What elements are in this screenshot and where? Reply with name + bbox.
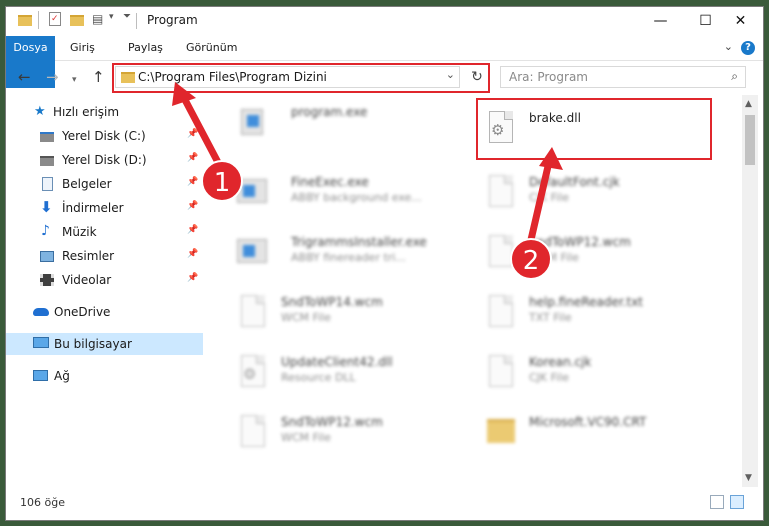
back-arrow-icon[interactable]: ← [18, 69, 31, 85]
tab-giris[interactable]: Giriş [66, 36, 99, 60]
scroll-down-icon[interactable]: ▼ [745, 473, 752, 483]
tab-paylas[interactable]: Paylaş [124, 36, 167, 60]
pin-icon[interactable]: 📌 [187, 153, 198, 163]
documents-icon [42, 177, 53, 191]
folder-icon [18, 15, 32, 26]
list-item[interactable]: SndToWP14.wcm WCM File [237, 291, 477, 343]
text-file-icon [485, 295, 515, 331]
file-highlight-box [476, 98, 712, 160]
list-item[interactable]: SndToWP12.wcm WCM File [237, 411, 477, 463]
sidebar-item-onedrive[interactable]: OneDrive [6, 301, 203, 323]
file-icon [485, 175, 515, 211]
search-input[interactable]: Ara: Program ⌕ [500, 66, 746, 88]
list-item[interactable]: program.exe [237, 101, 477, 153]
list-item[interactable]: ⚙ UpdateClient42.dll Resource DLL [237, 351, 477, 403]
view-options-icon[interactable]: ▤ [92, 12, 106, 26]
ribbon: Dosya Giriş Paylaş Görünüm ⌄ ? [6, 36, 763, 88]
search-placeholder: Ara: Program [509, 70, 588, 84]
music-icon: ♪ [41, 223, 50, 239]
computer-icon [33, 337, 49, 348]
explorer-window: ✓ ▤ ▾ ⏷ Program — ☐ ✕ Dosya Giriş Paylaş… [5, 6, 764, 521]
sidebar-item-quick-access[interactable]: ★ Hızlı erişim [6, 101, 203, 123]
callout-1: 1 [201, 160, 243, 202]
sidebar-item-documents[interactable]: Belgeler 📌 [6, 173, 203, 195]
recent-locations-icon[interactable]: ▾ [72, 72, 77, 88]
pin-icon[interactable]: 📌 [187, 201, 198, 211]
callout-2: 2 [510, 238, 552, 280]
details-view-icon[interactable] [710, 495, 724, 509]
download-icon: ⬇ [40, 198, 53, 216]
list-item[interactable]: TrigrammsInstaller.exe ABBY finereader t… [237, 231, 477, 283]
sidebar-item-pictures[interactable]: Resimler 📌 [6, 245, 203, 267]
navigation-pane: ★ Hızlı erişim Yerel Disk (C:) 📌 Yerel D… [6, 101, 203, 486]
list-item[interactable]: Korean.cjk CJK File [485, 351, 725, 403]
sidebar-item-local-disk-c[interactable]: Yerel Disk (C:) 📌 [6, 125, 203, 147]
cloud-icon [33, 308, 49, 316]
pictures-icon [40, 251, 54, 262]
toolbar-divider [38, 11, 39, 29]
pin-icon[interactable]: 📌 [187, 129, 198, 139]
dll-gear-icon: ⚙ [237, 355, 267, 391]
video-icon [40, 274, 54, 286]
sidebar-item-music[interactable]: ♪ Müzik 📌 [6, 221, 203, 243]
drive-icon [40, 156, 54, 166]
chevron-down-icon[interactable]: ▾ [109, 12, 114, 28]
expand-ribbon-icon[interactable]: ⌄ [724, 40, 733, 53]
new-folder-icon[interactable] [70, 15, 84, 26]
sidebar-item-local-disk-d[interactable]: Yerel Disk (D:) 📌 [6, 149, 203, 171]
installer-icon [237, 105, 267, 141]
title-bar: ✓ ▤ ▾ ⏷ Program — ☐ ✕ [6, 7, 763, 36]
sidebar-item-this-pc[interactable]: Bu bilgisayar [6, 333, 203, 355]
up-arrow-icon[interactable]: ↑ [92, 69, 105, 85]
list-item[interactable]: Microsoft.VC90.CRT [485, 411, 725, 463]
close-button[interactable]: ✕ [718, 7, 763, 36]
scrollbar-thumb[interactable] [745, 115, 755, 165]
file-icon [237, 295, 267, 331]
properties-icon[interactable]: ✓ [49, 12, 61, 26]
list-item[interactable]: FineExec.exe ABBY background exe... [237, 171, 477, 223]
address-highlight-box [112, 63, 490, 93]
help-button[interactable]: ? [741, 41, 755, 55]
tab-gorunum[interactable]: Görünüm [182, 36, 241, 60]
minimize-button[interactable]: — [638, 7, 683, 36]
sidebar-item-network[interactable]: Ağ [6, 365, 203, 387]
list-item[interactable]: DefaultFont.cjk CJK File [485, 171, 725, 223]
window-title: Program [147, 13, 198, 27]
vertical-scrollbar[interactable]: ▲ ▼ [742, 95, 758, 487]
pin-icon[interactable]: 📌 [187, 177, 198, 187]
sidebar-item-videos[interactable]: Videolar 📌 [6, 269, 203, 291]
large-icons-view-icon[interactable] [730, 495, 744, 509]
pin-icon[interactable]: 📌 [187, 273, 198, 283]
star-icon: ★ [34, 104, 46, 119]
status-bar: 106 öğe [6, 488, 763, 520]
sidebar-item-downloads[interactable]: ⬇ İndirmeler 📌 [6, 197, 203, 219]
title-divider [136, 13, 137, 29]
list-item[interactable]: help.fineReader.txt TXT File [485, 291, 725, 343]
item-count: 106 öğe [20, 496, 65, 509]
pin-icon[interactable]: 📌 [187, 225, 198, 235]
app-window-icon [237, 235, 267, 271]
scroll-up-icon[interactable]: ▲ [745, 99, 752, 109]
file-icon [485, 355, 515, 391]
file-icon [237, 415, 267, 451]
drive-icon [40, 132, 54, 142]
search-icon: ⌕ [731, 69, 738, 83]
network-icon [33, 370, 48, 381]
pin-icon[interactable]: 📌 [187, 249, 198, 259]
folder-icon [485, 415, 515, 451]
customize-toolbar-icon[interactable]: ⏷ [123, 11, 131, 27]
forward-arrow-icon[interactable]: → [46, 69, 59, 85]
